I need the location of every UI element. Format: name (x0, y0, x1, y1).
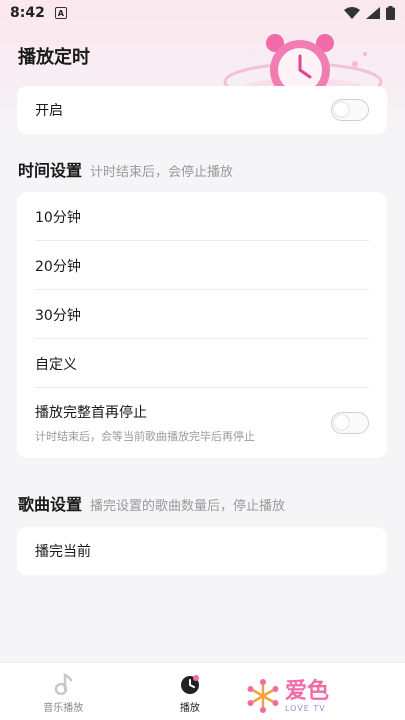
watermark-logo: 爱色 LOVE TV (245, 674, 370, 718)
nav-label: 播放 (179, 703, 200, 714)
finish-song-description: 计时结束后，会等当前歌曲播放完毕后再停止 (35, 430, 255, 443)
nav-item-timer[interactable]: 播放 (127, 663, 254, 720)
song-option-label: 播完当前 (35, 544, 91, 560)
music-note-icon (55, 673, 73, 695)
song-option-current[interactable]: 播完当前 (17, 527, 387, 575)
snowflake-icon (247, 679, 279, 713)
time-option-label: 30分钟 (35, 307, 81, 324)
time-option-30min[interactable]: 30分钟 (17, 290, 387, 339)
nav-label: 音乐播放 (43, 703, 84, 714)
battery-icon (386, 6, 395, 20)
enable-card: 开启 (17, 86, 387, 134)
toggle-knob (334, 102, 349, 117)
time-option-label: 20分钟 (35, 258, 81, 275)
signal-icon (366, 7, 380, 19)
song-section-header: 歌曲设置 播完设置的歌曲数量后，停止播放 (18, 491, 285, 515)
finish-song-label: 播放完整首再停止 (35, 405, 147, 421)
enable-label: 开启 (35, 103, 63, 119)
wifi-icon (344, 7, 360, 19)
status-bar: 8:42 A (0, 0, 405, 26)
status-time: 8:42 (10, 5, 45, 21)
timer-icon (180, 675, 199, 694)
song-section-title: 歌曲设置 (18, 495, 83, 514)
time-option-custom[interactable]: 自定义 (17, 339, 387, 388)
time-option-20min[interactable]: 20分钟 (17, 241, 387, 290)
time-option-10min[interactable]: 10分钟 (17, 192, 387, 241)
finish-song-row: 播放完整首再停止 计时结束后，会等当前歌曲播放完毕后再停止 (17, 388, 387, 458)
song-section-subtitle: 播完设置的歌曲数量后，停止播放 (90, 499, 286, 514)
watermark-sub: LOVE TV (285, 703, 326, 713)
nav-item-music[interactable]: 音乐播放 (0, 663, 127, 720)
time-option-label: 自定义 (35, 356, 77, 373)
enable-toggle[interactable] (331, 99, 369, 121)
watermark-main: 爱色 (285, 678, 330, 704)
time-section-subtitle: 计时结束后，会停止播放 (90, 165, 234, 180)
time-option-label: 10分钟 (35, 209, 81, 226)
page-title: 播放定时 (18, 47, 90, 68)
time-section-title: 时间设置 (18, 161, 83, 180)
toggle-knob (334, 415, 349, 430)
time-options-card: 10分钟 20分钟 30分钟 自定义 播放完整首再停止 计时结束后，会等当前歌曲… (17, 192, 387, 458)
song-options-card: 播完当前 (17, 527, 387, 575)
app-notification-icon: A (54, 7, 67, 19)
finish-song-toggle[interactable] (331, 412, 369, 434)
time-section-header: 时间设置 计时结束后，会停止播放 (18, 157, 233, 181)
enable-row: 开启 (17, 86, 387, 134)
